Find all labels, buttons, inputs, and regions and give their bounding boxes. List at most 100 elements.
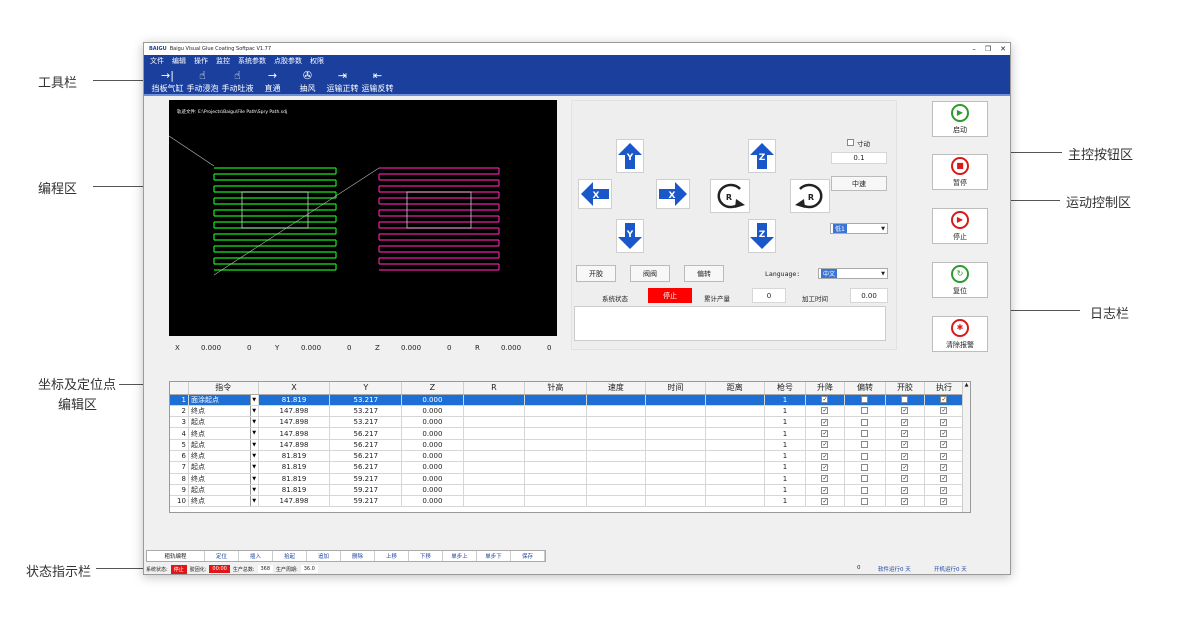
row-glue-checkbox[interactable]: ✓ (901, 497, 909, 505)
grid-scrollbar[interactable]: ▲ (962, 382, 970, 512)
menu-file[interactable]: 文件 (150, 56, 164, 66)
jog-z-up-button[interactable]: Z (748, 139, 776, 173)
row-glue-checkbox[interactable]: ✓ (901, 430, 909, 438)
row-glue-checkbox[interactable]: ✓ (901, 418, 909, 426)
row-off-checkbox[interactable] (861, 418, 869, 426)
speed-button[interactable]: 中速 (831, 176, 887, 191)
grid-header[interactable]: 时间 (645, 382, 706, 395)
grid-header[interactable]: 开胶 (885, 382, 925, 395)
valve-button[interactable]: 阀阀 (630, 265, 670, 282)
row-lift-checkbox[interactable]: ✓ (821, 463, 829, 471)
row-lift-checkbox[interactable]: ✓ (821, 418, 829, 426)
chevron-down-icon[interactable]: ▼ (249, 417, 258, 427)
grid-header[interactable]: 偏转 (844, 382, 886, 395)
rotate-cw-button[interactable]: R (790, 179, 830, 213)
row-command[interactable]: 起点 ▼ (188, 416, 259, 429)
step-value-field[interactable]: 0.1 (831, 152, 887, 164)
row-off-checkbox[interactable] (861, 486, 869, 494)
offset-button[interactable]: 偏转 (684, 265, 724, 282)
row-off-checkbox[interactable] (861, 396, 869, 404)
row-exec-checkbox[interactable]: ✓ (940, 452, 948, 460)
row-glue-checkbox[interactable]: ✓ (901, 441, 909, 449)
row-command[interactable]: 起点 ▼ (188, 461, 259, 474)
row-lift-checkbox[interactable]: ✓ (821, 396, 829, 404)
main-button-0[interactable]: ▶ 启动 (932, 101, 988, 137)
main-button-4[interactable]: ✱ 清除报警 (932, 316, 988, 352)
table-row[interactable]: 6 终点 ▼ 81.819 56.217 0.000 1 ✓ ✓ ✓ (170, 450, 965, 463)
log-panel[interactable] (574, 306, 886, 341)
row-exec-checkbox[interactable]: ✓ (940, 441, 948, 449)
row-command[interactable]: 终点 ▼ (188, 473, 259, 485)
row-off-checkbox[interactable] (861, 441, 869, 449)
row-glue-checkbox[interactable]: ✓ (901, 475, 909, 483)
main-button-2[interactable]: ▶ 停止 (932, 208, 988, 244)
toolbar-button-3[interactable]: → 直通 (255, 66, 290, 96)
axis-select[interactable]: 低1 ▼ (830, 223, 888, 234)
grid-header[interactable]: 升降 (805, 382, 845, 395)
table-row[interactable]: 2 终点 ▼ 147.898 53.217 0.000 1 ✓ ✓ ✓ (170, 405, 965, 418)
grid-header[interactable]: 速度 (586, 382, 647, 395)
grid-header[interactable]: Y (329, 382, 403, 395)
row-lift-checkbox[interactable]: ✓ (821, 441, 829, 449)
row-off-checkbox[interactable] (861, 497, 869, 505)
table-row[interactable]: 9 起点 ▼ 81.819 59.217 0.000 1 ✓ ✓ ✓ (170, 484, 965, 497)
bottom-button-8[interactable]: 单步上 (443, 551, 477, 561)
chevron-down-icon[interactable]: ▼ (249, 428, 258, 439)
chevron-down-icon[interactable]: ▼ (249, 439, 258, 450)
table-row[interactable]: 10 终点 ▼ 147.898 59.217 0.000 1 ✓ ✓ ✓ (170, 495, 965, 508)
bottom-button-3[interactable]: 拾起 (273, 551, 307, 561)
row-exec-checkbox[interactable]: ✓ (940, 396, 948, 404)
programming-canvas[interactable]: 轨迹文件: E:\Projects\Baigu\File Path\Spry P… (169, 100, 557, 336)
table-row[interactable]: 1 面涂起点 ▼ 81.819 53.217 0.000 1 ✓ ✓ (170, 394, 965, 406)
maximize-icon[interactable]: ❐ (985, 43, 991, 55)
row-command[interactable]: 终点 ▼ (188, 405, 259, 418)
bottom-button-10[interactable]: 保存 (511, 551, 545, 561)
menu-system-params[interactable]: 系统参数 (238, 56, 266, 66)
row-command[interactable]: 起点 ▼ (188, 439, 259, 451)
row-command[interactable]: 面涂起点 ▼ (188, 394, 259, 406)
row-command[interactable]: 终点 ▼ (188, 427, 259, 440)
chevron-down-icon[interactable]: ▼ (249, 405, 258, 416)
inch-checkbox[interactable] (847, 139, 854, 146)
bottom-button-5[interactable]: 删除 (341, 551, 375, 561)
row-off-checkbox[interactable] (861, 475, 869, 483)
bottom-button-6[interactable]: 上移 (375, 551, 409, 561)
grid-header[interactable]: X (258, 382, 331, 395)
row-exec-checkbox[interactable]: ✓ (940, 407, 948, 415)
row-off-checkbox[interactable] (861, 407, 869, 415)
menu-operate[interactable]: 操作 (194, 56, 208, 66)
table-row[interactable]: 5 起点 ▼ 147.898 56.217 0.000 1 ✓ ✓ ✓ (170, 439, 965, 451)
bottom-button-7[interactable]: 下移 (409, 551, 443, 561)
row-lift-checkbox[interactable]: ✓ (821, 486, 829, 494)
table-row[interactable]: 3 起点 ▼ 147.898 53.217 0.000 1 ✓ ✓ ✓ (170, 416, 965, 429)
close-icon[interactable]: ✕ (1000, 43, 1006, 55)
row-exec-checkbox[interactable]: ✓ (940, 430, 948, 438)
row-lift-checkbox[interactable]: ✓ (821, 497, 829, 505)
bottom-button-9[interactable]: 单步下 (477, 551, 511, 561)
row-glue-checkbox[interactable]: ✓ (901, 486, 909, 494)
chevron-down-icon[interactable]: ▼ (249, 394, 258, 405)
row-command[interactable]: 终点 ▼ (188, 450, 259, 463)
jog-y-up-button[interactable]: Y (616, 139, 644, 173)
menu-edit[interactable]: 编辑 (172, 56, 186, 66)
jog-x-left-button[interactable]: X (578, 179, 612, 209)
row-command[interactable]: 终点 ▼ (188, 495, 259, 508)
grid-header[interactable]: 针高 (524, 382, 587, 395)
row-off-checkbox[interactable] (861, 463, 869, 471)
bottom-button-2[interactable]: 插入 (239, 551, 273, 561)
row-exec-checkbox[interactable]: ✓ (940, 486, 948, 494)
grid-header[interactable]: 指令 (188, 382, 259, 395)
jog-y-down-button[interactable]: Y (616, 219, 644, 253)
menu-permission[interactable]: 权限 (310, 56, 324, 66)
glue-on-button[interactable]: 开胶 (576, 265, 616, 282)
bottom-button-1[interactable]: 定位 (205, 551, 239, 561)
row-exec-checkbox[interactable]: ✓ (940, 418, 948, 426)
chevron-down-icon[interactable]: ▼ (249, 484, 258, 495)
chevron-down-icon[interactable]: ▼ (249, 496, 258, 506)
menu-monitor[interactable]: 监控 (216, 56, 230, 66)
grid-header[interactable] (170, 382, 189, 395)
row-glue-checkbox[interactable]: ✓ (901, 407, 909, 415)
bottom-button-0[interactable]: 粗轨编程 (147, 551, 205, 561)
menu-glue-params[interactable]: 点胶参数 (274, 56, 302, 66)
row-exec-checkbox[interactable]: ✓ (940, 463, 948, 471)
